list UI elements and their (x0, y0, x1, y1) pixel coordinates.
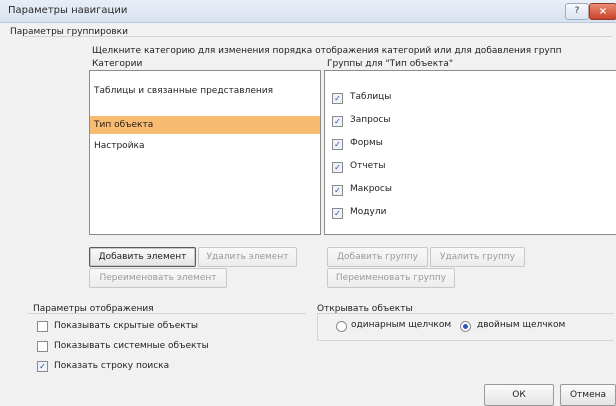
add-item-label: Добавить элемент (98, 252, 187, 262)
close-icon: × (598, 6, 608, 17)
check-icon: ✓ (334, 186, 341, 195)
single-click-radio[interactable] (336, 321, 347, 332)
group-checkbox[interactable]: ✓ (332, 185, 343, 196)
category-item[interactable]: Таблицы и связанные представления (90, 82, 320, 100)
categories-list[interactable]: Таблицы и связанные представления Тип об… (89, 70, 321, 235)
grouping-divider (22, 36, 612, 37)
show-system-checkbox[interactable] (37, 341, 48, 352)
help-button[interactable]: ? (565, 3, 589, 20)
single-click-label: одинарным щелчком (351, 320, 452, 330)
category-label: Настройка (94, 141, 145, 151)
cancel-label: Отмена (569, 390, 607, 400)
categories-header: Категории (92, 59, 143, 69)
group-label: Макросы (350, 184, 392, 194)
group-checkbox[interactable]: ✓ (332, 208, 343, 219)
delete-item-button[interactable]: Удалить элемент (198, 247, 297, 267)
group-label: Таблицы (350, 92, 392, 102)
show-search-label: Показать строку поиска (54, 361, 170, 371)
check-icon: ✓ (334, 209, 341, 218)
category-item[interactable]: Настройка (90, 137, 320, 155)
category-item-selected[interactable]: Тип объекта (90, 116, 320, 134)
rename-group-label: Переименовать группу (335, 273, 447, 283)
ok-label: ОК (512, 390, 526, 400)
title-bar: Параметры навигации ? × (0, 0, 616, 23)
group-checkbox[interactable]: ✓ (332, 116, 343, 127)
check-icon: ✓ (334, 140, 341, 149)
group-label: Модули (350, 207, 387, 217)
help-icon: ? (574, 6, 580, 16)
add-group-button[interactable]: Добавить группу (327, 247, 428, 267)
show-hidden-label: Показывать скрытые объекты (54, 321, 199, 331)
groups-list[interactable]: ✓ Таблицы ✓ Запросы ✓ Формы ✓ Отчеты ✓ М… (324, 70, 616, 235)
delete-group-button[interactable]: Удалить группу (430, 247, 525, 267)
rename-group-button[interactable]: Переименовать группу (327, 268, 455, 288)
check-icon: ✓ (39, 362, 46, 371)
close-button[interactable]: × (589, 3, 616, 20)
group-checkbox[interactable]: ✓ (332, 162, 343, 173)
check-icon: ✓ (334, 117, 341, 126)
group-label: Формы (350, 138, 383, 148)
ok-button[interactable]: ОК (484, 384, 554, 406)
add-group-label: Добавить группу (336, 252, 419, 262)
double-click-radio[interactable] (460, 321, 471, 332)
category-label: Таблицы и связанные представления (94, 86, 274, 96)
add-item-button[interactable]: Добавить элемент (89, 247, 196, 267)
group-label: Запросы (350, 115, 391, 125)
show-hidden-checkbox[interactable] (37, 321, 48, 332)
check-icon: ✓ (334, 163, 341, 172)
rename-item-label: Переименовать элемент (99, 273, 217, 283)
show-search-checkbox[interactable]: ✓ (37, 361, 48, 372)
grouping-instruction: Щелкните категорию для изменения порядка… (92, 46, 562, 56)
double-click-label: двойным щелчком (477, 320, 566, 330)
window-title: Параметры навигации (8, 5, 128, 16)
cancel-button[interactable]: Отмена (560, 384, 616, 406)
group-checkbox[interactable]: ✓ (332, 139, 343, 150)
group-label: Отчеты (350, 161, 386, 171)
show-system-label: Показывать системные объекты (54, 341, 209, 351)
radio-dot (463, 324, 468, 329)
check-icon: ✓ (334, 94, 341, 103)
delete-group-label: Удалить группу (439, 252, 516, 262)
category-label: Тип объекта (94, 120, 154, 130)
groups-header: Группы для "Тип объекта" (327, 59, 454, 69)
rename-item-button[interactable]: Переименовать элемент (89, 268, 227, 288)
delete-item-label: Удалить элемент (206, 252, 289, 262)
group-checkbox[interactable]: ✓ (332, 93, 343, 104)
